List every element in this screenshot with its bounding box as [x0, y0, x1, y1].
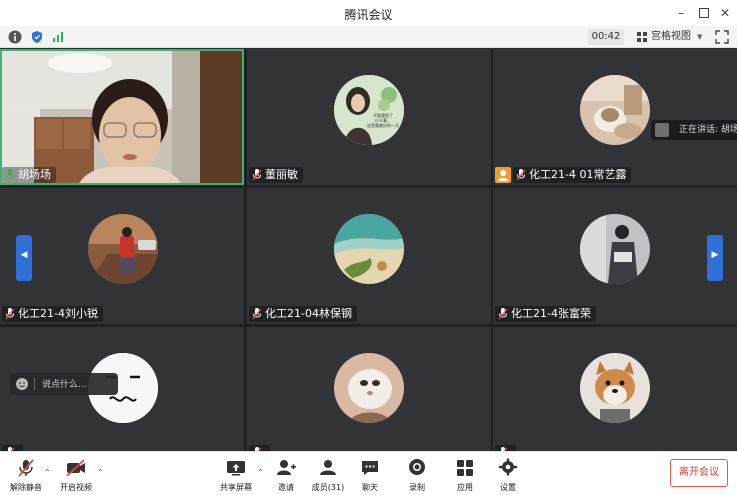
audio-options-chevron-icon[interactable]: ⌃	[44, 468, 54, 478]
participant-tile[interactable]: 化工21-04林保钢	[247, 188, 491, 324]
participant-nameplate: 胡场场	[2, 167, 56, 183]
participant-nameplate: 化工21-4刘小锐	[2, 306, 103, 322]
avatar	[334, 214, 404, 284]
record-button[interactable]: 录制	[397, 456, 437, 494]
mic-muted-icon	[516, 169, 526, 181]
meeting-window: 腾讯会议 – ✕ 00:42 宫格视图 ▼ 胡场场 不管遇到了 什么事， 这是最…	[0, 0, 737, 495]
view-mode-button[interactable]: 宫格视图 ▼	[633, 29, 707, 45]
record-icon	[409, 459, 425, 475]
avatar-caption: 不管遇到了 什么事， 这是最美好的一天	[367, 113, 399, 128]
participant-tile[interactable]: 化工21-4 01常艺露	[493, 49, 737, 185]
participant-name: 化工21-4张富荣	[511, 307, 591, 320]
participant-tile[interactable]: 胡场场	[0, 49, 244, 185]
fullscreen-icon[interactable]	[715, 29, 731, 45]
avatar	[580, 214, 650, 284]
settings-label: 设置	[500, 483, 516, 492]
leave-meeting-button[interactable]: 离开会议	[670, 459, 728, 487]
status-bar: 00:42 宫格视图 ▼	[0, 26, 737, 48]
share-screen-icon	[227, 461, 245, 476]
add-person-icon	[277, 460, 296, 475]
apps-icon	[457, 460, 473, 476]
mic-muted-icon	[18, 459, 34, 477]
close-icon[interactable]: ✕	[716, 4, 734, 22]
grid-view-icon	[637, 32, 647, 42]
chevron-down-icon: ▼	[697, 33, 703, 41]
share-screen-button[interactable]: 共享屏幕	[216, 456, 256, 494]
avatar: 不管遇到了 什么事， 这是最美好的一天	[334, 75, 404, 145]
active-speaker-indicator[interactable]: 正在讲话: 胡场	[651, 120, 737, 140]
mic-on-icon	[6, 169, 14, 181]
gear-icon	[499, 458, 517, 476]
participant-name: 化工21-04林保钢	[265, 307, 352, 320]
window-title: 腾讯会议	[344, 8, 393, 22]
security-shield-icon[interactable]	[30, 29, 46, 45]
camera-video-feed	[0, 49, 244, 185]
speaker-avatar	[655, 123, 669, 137]
divider	[34, 378, 35, 390]
chat-button[interactable]: 聊天	[350, 456, 390, 494]
mic-muted-icon	[252, 308, 262, 320]
mic-muted-icon	[252, 169, 262, 181]
avatar	[88, 214, 158, 284]
participant-tile[interactable]	[0, 327, 244, 463]
signal-icon[interactable]	[51, 29, 67, 45]
previous-page-button[interactable]: ◀	[16, 235, 32, 281]
start-video-button[interactable]: 开启视频	[56, 456, 96, 494]
camera-off-icon	[66, 459, 85, 477]
host-badge-icon	[495, 167, 511, 183]
start-video-label: 开启视频	[60, 483, 92, 492]
participant-tile[interactable]: 化工21-4张富荣	[493, 188, 737, 324]
chevron-right-icon: ▶	[711, 250, 719, 260]
settings-button[interactable]: 设置	[488, 456, 528, 494]
participant-name: 化工21-4刘小锐	[18, 307, 98, 320]
avatar	[334, 353, 404, 423]
participant-nameplate: 董丽敏	[249, 167, 303, 183]
emoji-icon[interactable]	[15, 377, 29, 391]
mic-muted-icon	[498, 308, 508, 320]
info-icon[interactable]	[8, 29, 24, 45]
next-page-button[interactable]: ▶	[707, 235, 723, 281]
active-speaker-label: 正在讲话: 胡场	[679, 125, 737, 135]
maximize-icon[interactable]	[695, 4, 713, 22]
view-mode-label: 宫格视图	[651, 31, 691, 42]
avatar	[580, 75, 650, 145]
participant-tile[interactable]: 化工21-4刘小锐	[0, 188, 244, 324]
minimize-icon[interactable]: –	[672, 4, 690, 22]
participant-tile[interactable]	[493, 327, 737, 463]
participant-tile[interactable]	[247, 327, 491, 463]
quick-chat-input[interactable]: 说点什么...	[10, 373, 118, 395]
meeting-timer: 00:42	[588, 29, 624, 45]
chat-placeholder: 说点什么...	[42, 380, 87, 390]
avatar	[580, 353, 650, 423]
participant-name: 胡场场	[18, 168, 51, 181]
title-bar: 腾讯会议 – ✕	[0, 0, 737, 26]
participant-tile[interactable]: 不管遇到了 什么事， 这是最美好的一天 董丽敏	[247, 49, 491, 185]
meeting-toolbar: 解除静音 ⌃ 开启视频 ⌃ 共享屏幕 ⌃ 邀请 成员(31) 聊天 录制 应用 …	[0, 451, 737, 495]
video-options-chevron-icon[interactable]: ⌃	[97, 468, 107, 478]
participant-name: 化工21-4 01常艺露	[529, 168, 627, 181]
participant-nameplate: 化工21-04林保钢	[249, 306, 357, 322]
chevron-left-icon: ◀	[20, 250, 28, 260]
participant-name: 董丽敏	[265, 168, 298, 181]
participant-nameplate: 化工21-4张富荣	[495, 306, 596, 322]
members-icon	[320, 460, 336, 475]
mic-muted-icon	[5, 308, 15, 320]
chat-icon	[362, 461, 378, 475]
participant-nameplate: 化工21-4 01常艺露	[513, 167, 632, 183]
unmute-button[interactable]: 解除静音	[6, 456, 46, 494]
